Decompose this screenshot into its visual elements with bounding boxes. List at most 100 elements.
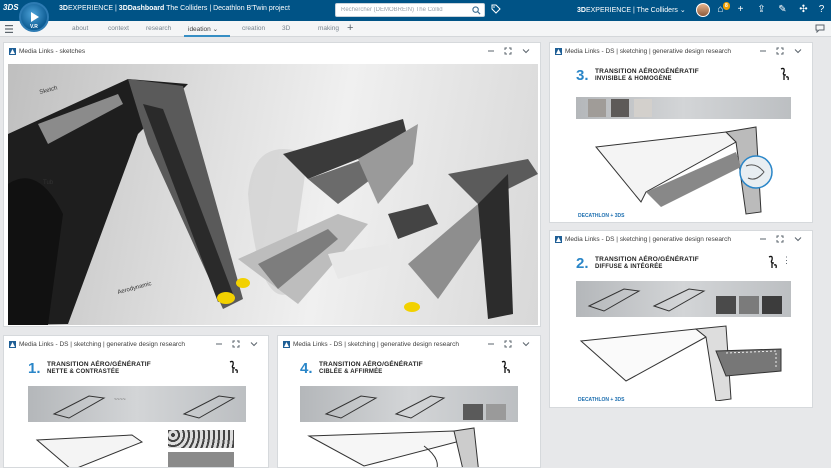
media-links-icon	[283, 341, 290, 348]
widget-sketches: Media Links - sketches Sketch Tub Aerody…	[3, 42, 541, 327]
tab-creation[interactable]: creation	[242, 25, 265, 32]
notification-badge: 8	[723, 2, 730, 10]
expand-icon[interactable]	[776, 47, 784, 55]
brand-mark-icon	[780, 67, 789, 81]
board-number: 2.	[576, 255, 589, 272]
svg-text:Aerodynamic: Aerodynamic	[117, 281, 152, 296]
svg-text:Tub: Tub	[43, 180, 54, 186]
reference-thumb	[739, 296, 759, 314]
widget-title: Media Links - DS | sketching | generativ…	[565, 236, 731, 243]
tag-icon[interactable]	[491, 4, 501, 14]
frame-sketch	[35, 434, 144, 467]
chevron-down-icon[interactable]	[522, 47, 530, 55]
reference-thumb	[716, 296, 736, 314]
chevron-down-icon[interactable]	[522, 340, 530, 348]
brand-mark-icon	[229, 360, 238, 374]
widget-title: Media Links - DS | sketching | generativ…	[565, 48, 731, 55]
tab-ideation[interactable]: ideation ⌄	[183, 25, 231, 37]
widget-header: Media Links - DS | sketching | generativ…	[4, 336, 268, 353]
widget-design-research-2: Media Links - DS | sketching | generativ…	[549, 230, 813, 408]
reference-thumb	[588, 99, 606, 117]
design-board-3[interactable]: 3. TRANSITION AÉRO/GÉNÉRATIF INVISIBLE &…	[576, 67, 791, 222]
compass-icon[interactable]: V.R	[19, 2, 49, 32]
expand-icon[interactable]	[232, 340, 240, 348]
ds-logo: 3DS	[3, 3, 19, 12]
tools-icon[interactable]: ✎	[776, 3, 789, 16]
widget-minus-icon[interactable]	[215, 340, 223, 348]
widget-minus-icon[interactable]	[487, 340, 495, 348]
bike-sketch-image[interactable]: Sketch Tub Aerodynamic	[8, 64, 538, 325]
widget-body: Sketch Tub Aerodynamic	[4, 61, 540, 326]
chevron-down-icon[interactable]	[794, 47, 802, 55]
help-icon[interactable]: ?	[815, 3, 828, 16]
board-title: TRANSITION AÉRO/GÉNÉRATIF	[319, 361, 423, 368]
board-number: 1.	[28, 360, 41, 377]
design-board-1[interactable]: 1. TRANSITION AÉRO/GÉNÉRATIF NETTE & CON…	[28, 360, 246, 467]
brand-title[interactable]: 3DEXPERIENCE | The Colliders ⌄	[577, 6, 686, 14]
reference-thumb	[168, 430, 234, 448]
board-subtitle: DIFFUSE & INTÉGRÉE	[595, 264, 663, 270]
widget-header: Media Links - DS | sketching | generativ…	[550, 231, 812, 248]
avatar[interactable]	[696, 3, 710, 17]
widget-body: 2. TRANSITION AÉRO/GÉNÉRATIF DIFFUSE & I…	[550, 249, 812, 407]
version-label: V.R	[30, 24, 38, 30]
design-board-2[interactable]: 2. TRANSITION AÉRO/GÉNÉRATIF DIFFUSE & I…	[576, 255, 791, 405]
reference-thumb	[762, 296, 782, 314]
design-board-4[interactable]: 4. TRANSITION AÉRO/GÉNÉRATIF CIBLÉE & AF…	[300, 360, 518, 467]
chevron-down-icon[interactable]	[794, 235, 802, 243]
widget-header: Media Links - DS | sketching | generativ…	[278, 336, 540, 353]
widget-design-research-4: Media Links - DS | sketching | generativ…	[277, 335, 541, 468]
reference-thumb	[611, 99, 629, 117]
media-links-icon	[9, 48, 16, 55]
board-subtitle: CIBLÉE & AFFIRMÉE	[319, 369, 383, 375]
widget-design-research-3: Media Links - DS | sketching | generativ…	[549, 42, 813, 223]
svg-text:Sketch: Sketch	[39, 85, 58, 96]
frame-sketch	[579, 325, 782, 401]
share-icon[interactable]: ⇪	[755, 3, 768, 16]
expand-icon[interactable]	[504, 340, 512, 348]
widget-title: Media Links - DS | sketching | generativ…	[293, 341, 459, 348]
tab-context[interactable]: context	[108, 25, 129, 32]
tab-3d[interactable]: 3D	[282, 25, 290, 32]
search-input[interactable]: Rechercher (DEMOBREIN) The Collid	[335, 3, 485, 17]
expand-icon[interactable]	[776, 235, 784, 243]
more-options-icon[interactable]: ⋮	[782, 255, 791, 266]
menu-icon[interactable]	[5, 25, 13, 33]
add-tab-button[interactable]: +	[347, 22, 353, 34]
reference-thumb	[463, 404, 483, 420]
frame-sketch	[324, 395, 446, 419]
widget-design-research-1: Media Links - DS | sketching | generativ…	[3, 335, 269, 468]
tab-bar: about context research ideation ⌄ creati…	[0, 21, 831, 37]
frame-sketch	[307, 427, 479, 467]
media-links-icon	[9, 341, 16, 348]
expand-icon[interactable]	[504, 47, 512, 55]
board-footer-brand: DECATHLON + 3DS	[578, 213, 625, 219]
widget-body: 1. TRANSITION AÉRO/GÉNÉRATIF NETTE & CON…	[4, 354, 268, 467]
chevron-down-icon[interactable]	[250, 340, 258, 348]
sketch-drawing: Sketch Tub Aerodynamic	[8, 79, 538, 325]
tab-research[interactable]: research	[146, 25, 171, 32]
brand-mark-icon	[501, 360, 510, 374]
add-icon[interactable]: +	[734, 3, 747, 16]
search-icon[interactable]	[472, 6, 481, 15]
widget-minus-icon[interactable]	[487, 47, 495, 55]
board-subtitle: NETTE & CONTRASTÉE	[47, 369, 120, 375]
widget-minus-icon[interactable]	[759, 47, 767, 55]
frame-sketch	[587, 288, 706, 312]
tools-icon-2[interactable]: ✣	[797, 3, 810, 16]
board-subtitle: INVISIBLE & HOMOGÈNE	[595, 76, 672, 82]
tab-about[interactable]: about	[72, 25, 88, 32]
widget-header: Media Links - DS | sketching | generativ…	[550, 43, 812, 60]
media-links-icon	[555, 236, 562, 243]
reference-thumb	[168, 452, 234, 467]
board-title: TRANSITION AÉRO/GÉNÉRATIF	[595, 68, 699, 75]
frame-sketch: ~~~~	[52, 395, 236, 419]
widget-minus-icon[interactable]	[759, 235, 767, 243]
widget-body: 3. TRANSITION AÉRO/GÉNÉRATIF INVISIBLE &…	[550, 61, 812, 222]
top-bar: 3DS 3DEXPERIENCE | 3DDashboard The Colli…	[0, 0, 831, 21]
chat-icon[interactable]	[815, 24, 825, 33]
brand-mark-icon	[768, 255, 777, 269]
tab-making[interactable]: making	[318, 25, 339, 32]
board-title: TRANSITION AÉRO/GÉNÉRATIF	[595, 256, 699, 263]
reference-thumb	[486, 404, 506, 420]
